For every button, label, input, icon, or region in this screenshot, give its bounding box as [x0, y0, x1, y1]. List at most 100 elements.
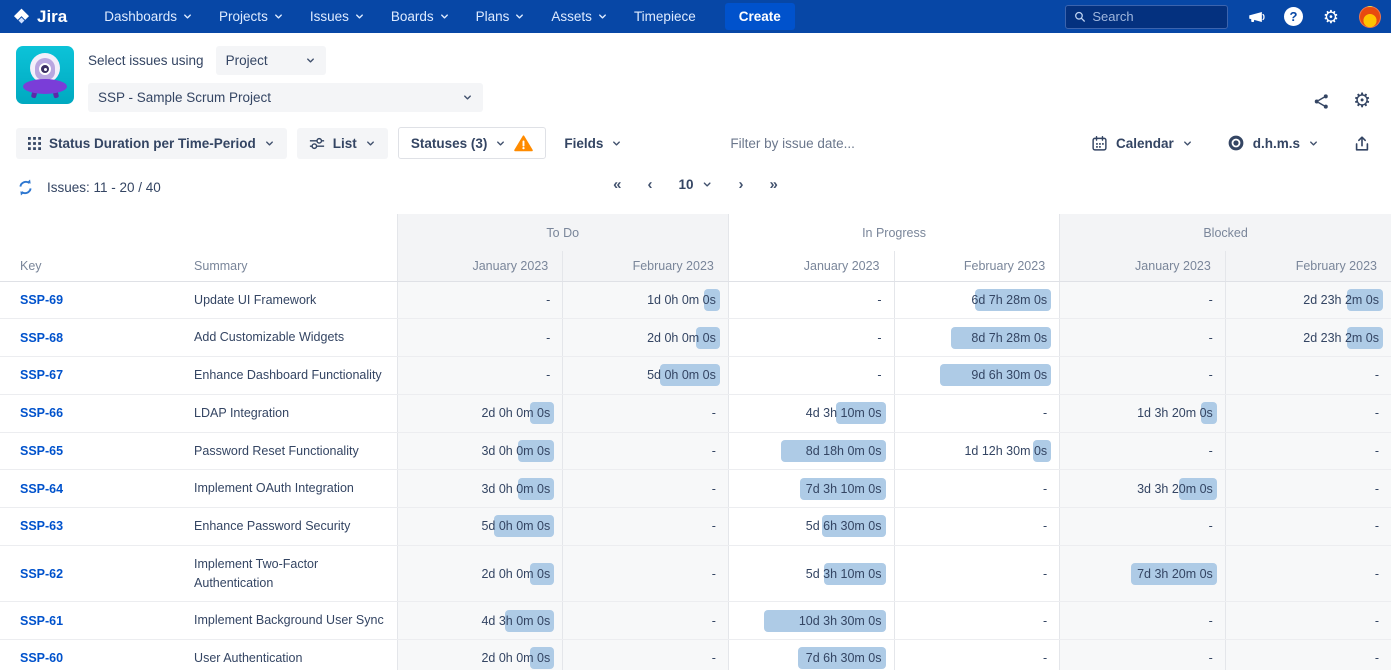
page-size-dropdown[interactable]: 10	[678, 177, 712, 192]
duration-cell: -	[397, 357, 563, 395]
table-row: SSP-60User Authentication2d 0h 0m 0s-7d …	[0, 640, 1391, 670]
settings-gear-icon[interactable]: ⚙	[1319, 5, 1343, 29]
duration-cell: 3d 3h 20m 0s	[1060, 470, 1226, 508]
issue-source-dropdown[interactable]: Project	[216, 46, 326, 75]
duration-cell: 8d 7h 28m 0s	[894, 319, 1060, 357]
issue-key-link[interactable]: SSP-67	[20, 368, 63, 382]
search-input[interactable]	[1092, 9, 1219, 24]
issue-summary: LDAP Integration	[190, 394, 397, 432]
duration-cell: 5d 3h 10m 0s	[728, 545, 894, 602]
list-settings-icon	[309, 137, 325, 150]
jira-logo[interactable]: Jira	[12, 7, 67, 27]
duration-value: -	[877, 331, 881, 345]
issue-key-link[interactable]: SSP-62	[20, 567, 63, 581]
duration-cell: 10d 3h 30m 0s	[728, 602, 894, 640]
duration-cell: 7d 6h 30m 0s	[728, 640, 894, 670]
refresh-icon[interactable]	[16, 178, 35, 197]
nav-dashboards[interactable]: Dashboards	[93, 2, 204, 31]
first-page-button[interactable]: «	[613, 176, 621, 193]
issue-key-link[interactable]: SSP-63	[20, 519, 63, 533]
duration-cell: -	[1060, 319, 1226, 357]
table-row: SSP-69Update UI Framework-1d 0h 0m 0s-6d…	[0, 281, 1391, 319]
duration-value: -	[1043, 614, 1047, 628]
export-icon[interactable]	[1349, 134, 1375, 153]
calendar-dropdown[interactable]: Calendar	[1079, 127, 1205, 160]
duration-cell: 2d 0h 0m 0s	[397, 640, 563, 670]
issue-key-link[interactable]: SSP-69	[20, 293, 63, 307]
duration-cell: -	[1225, 432, 1391, 470]
duration-cell: 2d 23h 2m 0s	[1225, 281, 1391, 319]
issue-key-link[interactable]: SSP-64	[20, 482, 63, 496]
duration-cell: 2d 0h 0m 0s	[563, 319, 729, 357]
share-icon[interactable]	[1312, 92, 1331, 111]
nav-issues[interactable]: Issues	[299, 2, 376, 31]
duration-value: -	[1209, 331, 1213, 345]
duration-value: 2d 23h 2m 0s	[1303, 293, 1379, 307]
duration-value: -	[1375, 651, 1379, 665]
duration-value: 5d 0h 0m 0s	[481, 519, 550, 533]
table-row: SSP-63 Enhance Password Security 5d 0h 0m …	[0, 508, 1391, 546]
duration-cell: -	[728, 319, 894, 357]
duration-cell: -	[563, 508, 729, 546]
issue-key-link[interactable]: SSP-61	[20, 614, 63, 628]
duration-value: 1d 12h 30m 0s	[964, 444, 1047, 458]
report-type-dropdown[interactable]: Status Duration per Time-Period	[16, 128, 287, 159]
duration-value: -	[1043, 519, 1047, 533]
duration-value: -	[1043, 406, 1047, 420]
duration-value: -	[877, 293, 881, 307]
duration-cell: -	[894, 470, 1060, 508]
issue-key-link[interactable]: SSP-60	[20, 651, 63, 665]
duration-cell: -	[397, 319, 563, 357]
duration-cell: -	[563, 470, 729, 508]
duration-cell: 5d 0h 0m 0s	[563, 357, 729, 395]
jira-logo-text: Jira	[37, 7, 67, 27]
issue-date-filter-input[interactable]	[730, 136, 1079, 151]
help-icon[interactable]: ?	[1284, 7, 1303, 26]
issue-key-link[interactable]: SSP-68	[20, 331, 63, 345]
duration-cell: -	[1060, 602, 1226, 640]
prev-page-button[interactable]: ‹	[647, 176, 652, 193]
nav-boards[interactable]: Boards	[380, 2, 461, 31]
last-page-button[interactable]: »	[770, 176, 778, 193]
jira-logo-icon	[12, 7, 31, 26]
table-row: SSP-65Password Reset Functionality3d 0h …	[0, 432, 1391, 470]
issue-key-link[interactable]: SSP-66	[20, 406, 63, 420]
duration-cell: -	[1225, 394, 1391, 432]
duration-cell: 7d 3h 10m 0s	[728, 470, 894, 508]
next-page-button[interactable]: ›	[739, 176, 744, 193]
duration-value: 7d 6h 30m 0s	[806, 651, 882, 665]
duration-cell: 2d 23h 2m 0s	[1225, 319, 1391, 357]
duration-value: -	[1375, 567, 1379, 581]
issue-summary: Implement Background User Sync	[190, 602, 397, 640]
issues-count-label: Issues: 11 - 20 / 40	[47, 180, 161, 195]
issue-summary: Implement OAuth Integration	[190, 470, 397, 508]
nav-assets[interactable]: Assets	[540, 2, 619, 31]
duration-value: 3d 3h 20m 0s	[1137, 482, 1213, 496]
statuses-dropdown[interactable]: Statuses (3)	[398, 127, 547, 159]
status-group-inprogress: In Progress	[728, 214, 1059, 251]
nav-plans[interactable]: Plans	[465, 2, 537, 31]
duration-value: -	[546, 331, 550, 345]
duration-cell: -	[397, 281, 563, 319]
nav-timepiece[interactable]: Timepiece	[623, 2, 707, 31]
duration-cell: 4d 3h 0m 0s	[397, 602, 563, 640]
fields-dropdown[interactable]: Fields	[552, 128, 634, 159]
duration-value: -	[712, 406, 716, 420]
duration-value: 3d 0h 0m 0s	[481, 444, 550, 458]
user-avatar[interactable]	[1359, 6, 1381, 28]
report-settings-gear-icon[interactable]: ⚙	[1353, 91, 1371, 111]
announcement-icon[interactable]	[1244, 5, 1268, 29]
nav-projects[interactable]: Projects	[208, 2, 295, 31]
status-duration-table: To Do In Progress Blocked Key Summary Ja…	[0, 214, 1391, 670]
duration-format-dropdown[interactable]: d.h.m.s	[1215, 126, 1331, 160]
project-dropdown[interactable]: SSP - Sample Scrum Project	[88, 83, 483, 112]
create-button[interactable]: Create	[725, 3, 795, 30]
duration-value: -	[1375, 406, 1379, 420]
navbar-search[interactable]	[1065, 5, 1228, 29]
chevron-down-icon	[354, 11, 365, 22]
issue-key-link[interactable]: SSP-65	[20, 444, 63, 458]
chevron-down-icon	[264, 138, 275, 149]
view-mode-dropdown[interactable]: List	[297, 128, 388, 159]
status-group-blocked: Blocked	[1060, 214, 1391, 251]
issue-summary: Enhance Password Security	[190, 508, 397, 546]
